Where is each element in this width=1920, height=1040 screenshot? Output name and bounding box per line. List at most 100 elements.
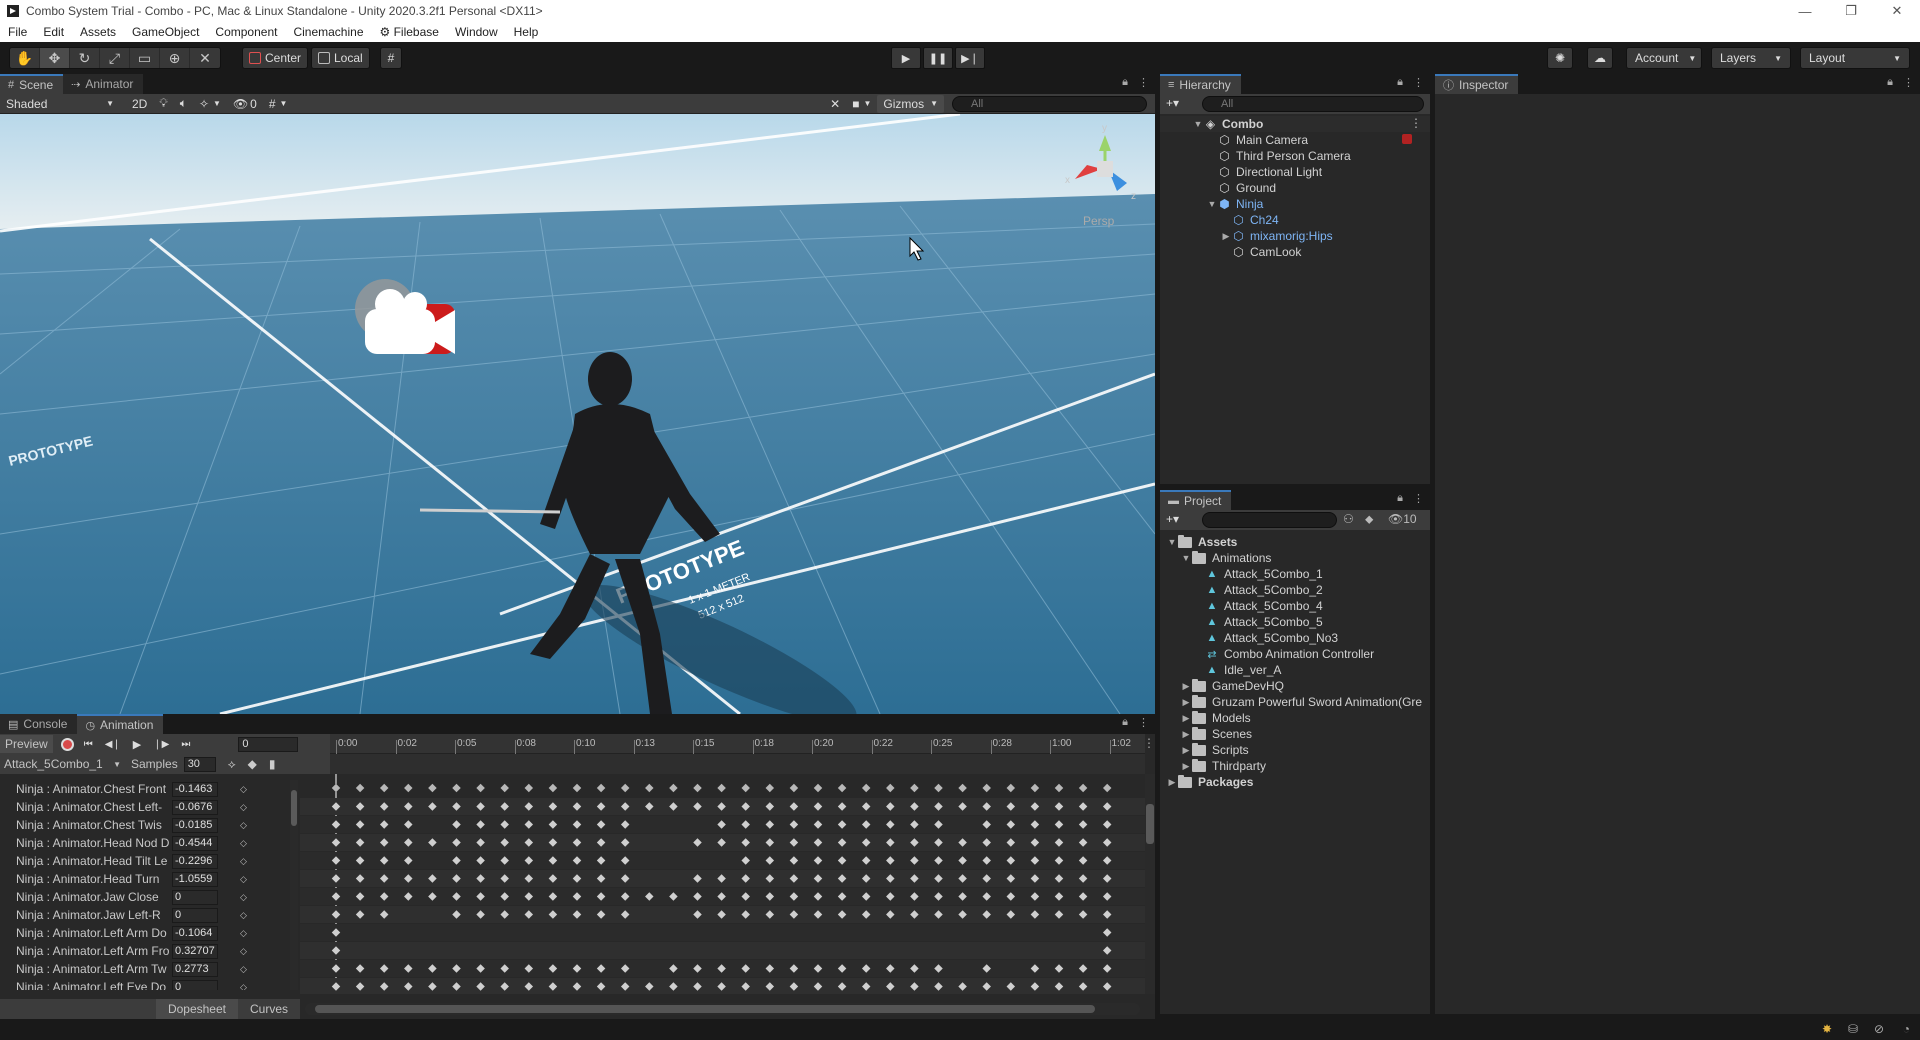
keyframe-diamond-icon[interactable]: ◇: [240, 928, 247, 939]
lock-icon[interactable]: 🔒︎: [1122, 716, 1128, 729]
summary-keyframe[interactable]: [1030, 783, 1040, 793]
scrollbar-thumb[interactable]: [291, 790, 297, 826]
curve-value-field[interactable]: 0.32707: [172, 943, 218, 959]
progress-icon[interactable]: ◔: [1903, 1022, 1910, 1036]
hierarchy-item-ch24[interactable]: ⬡ Ch24: [1232, 212, 1278, 228]
gizmos-dropdown[interactable]: Gizmos ▼: [877, 94, 944, 113]
dopesheet-scrollbar[interactable]: [1145, 774, 1155, 994]
tab-curves[interactable]: Curves: [238, 999, 300, 1019]
menu-edit[interactable]: Edit: [35, 22, 72, 42]
project-item[interactable]: ▼ Animations: [1180, 550, 1271, 566]
bug-report-icon[interactable]: ✸: [1822, 1022, 1832, 1036]
summary-keyframe[interactable]: [572, 783, 582, 793]
search-by-label-icon[interactable]: ⬥: [1365, 512, 1373, 527]
summary-keyframe[interactable]: [765, 783, 775, 793]
hierarchy-item-ninja[interactable]: ▼ ⬢ Ninja: [1206, 196, 1264, 212]
keyframe-diamond-icon[interactable]: ◇: [240, 964, 247, 975]
project-item[interactable]: ▲ Attack_5Combo_1: [1194, 566, 1323, 582]
summary-keyframe[interactable]: [1102, 783, 1112, 793]
scene-root-row[interactable]: ▼ ◈ Combo ⋮: [1160, 116, 1430, 132]
curve-value-field[interactable]: -0.0185: [172, 817, 218, 833]
menu-gameobject[interactable]: GameObject: [124, 22, 207, 42]
summary-keyframe[interactable]: [428, 783, 437, 793]
curve-row[interactable]: Ninja : Animator.Jaw Left-R 0 ◇: [0, 906, 290, 924]
lock-icon[interactable]: 🔒︎: [1397, 492, 1403, 505]
preview-toggle[interactable]: Preview: [0, 735, 53, 753]
hierarchy-item-third-person-camera[interactable]: ⬡ Third Person Camera: [1218, 148, 1350, 164]
curve-value-field[interactable]: -0.1064: [172, 925, 218, 941]
timeline-horizontal-scrollbar[interactable]: [305, 1003, 1140, 1015]
hierarchy-item-mixamorig-hips[interactable]: ▶ ⬡ mixamorig:Hips: [1220, 228, 1333, 244]
summary-keyframe[interactable]: [379, 783, 389, 793]
kebab-menu-icon[interactable]: ⋮: [1143, 736, 1155, 750]
curve-row[interactable]: Ninja : Animator.Chest Front -0.1463 ◇: [0, 780, 290, 798]
keyframe-diamond-icon[interactable]: ◇: [240, 820, 247, 831]
summary-keyframe[interactable]: [813, 783, 823, 793]
kebab-menu-icon[interactable]: ⋮: [1138, 716, 1149, 729]
pivot-local-button[interactable]: Local: [311, 47, 370, 69]
kebab-menu-icon[interactable]: ⋮: [1413, 76, 1424, 89]
expand-arrow-icon[interactable]: ▶: [1180, 681, 1192, 692]
keyframe-diamond-icon[interactable]: ◇: [240, 910, 247, 921]
keyframe-diamond-icon[interactable]: ◇: [240, 892, 247, 903]
keyframe-diamond-icon[interactable]: ◇: [240, 838, 247, 849]
cache-server-icon[interactable]: ⛁: [1848, 1022, 1858, 1036]
project-item[interactable]: ▶ Scripts: [1180, 742, 1249, 758]
transform-tool-icon[interactable]: ⊕: [160, 48, 190, 68]
summary-keyframe[interactable]: [620, 783, 630, 793]
project-item[interactable]: ▲ Attack_5Combo_5: [1194, 614, 1323, 630]
menu-file[interactable]: File: [0, 22, 35, 42]
expand-arrow-icon[interactable]: ▶: [1180, 745, 1192, 756]
menu-component[interactable]: Component: [207, 22, 285, 42]
hidden-packages-toggle[interactable]: 👁︎10: [1388, 512, 1417, 526]
grid-dropdown[interactable]: # ▼: [263, 95, 294, 113]
auto-generate-lighting-icon[interactable]: ⊘: [1874, 1022, 1884, 1036]
project-item[interactable]: ▼ Assets: [1166, 534, 1237, 550]
summary-keyframe[interactable]: [958, 783, 967, 793]
next-key-icon[interactable]: ❘▶: [153, 739, 169, 750]
project-item[interactable]: ▲ Attack_5Combo_2: [1194, 582, 1323, 598]
hand-tool-icon[interactable]: ✋: [10, 48, 40, 68]
keyframe-diamond-icon[interactable]: ◇: [240, 946, 247, 957]
curve-value-field[interactable]: -0.1463: [172, 781, 218, 797]
summary-keyframe[interactable]: [910, 783, 919, 793]
expand-arrow-icon[interactable]: ▼: [1206, 199, 1218, 209]
expand-arrow-icon[interactable]: ▶: [1166, 777, 1178, 788]
scene-search-input[interactable]: All: [952, 95, 1147, 112]
summary-keyframe[interactable]: [717, 783, 726, 793]
layout-dropdown[interactable]: Layout ▼: [1800, 47, 1910, 69]
summary-keyframe[interactable]: [1054, 783, 1064, 793]
summary-keyframe[interactable]: [476, 783, 485, 793]
samples-input[interactable]: 30: [183, 756, 216, 772]
curve-row[interactable]: Ninja : Animator.Chest Twis -0.0185 ◇: [0, 816, 290, 834]
mode-2d-toggle[interactable]: 2D: [126, 95, 153, 113]
curve-value-field[interactable]: -0.4544: [172, 835, 218, 851]
curve-row[interactable]: Ninja : Animator.Left Arm Fro 0.32707 ◇: [0, 942, 290, 960]
project-item[interactable]: ⇄ Combo Animation Controller: [1194, 646, 1374, 662]
summary-keyframe[interactable]: [934, 783, 943, 793]
expand-arrow-icon[interactable]: ▶: [1180, 697, 1192, 708]
pivot-center-button[interactable]: Center: [242, 47, 309, 69]
tab-animation[interactable]: ◷ Animation: [77, 714, 164, 734]
collab-button[interactable]: ✺: [1547, 47, 1573, 69]
curve-row[interactable]: Ninja : Animator.Jaw Close 0 ◇: [0, 888, 290, 906]
first-key-icon[interactable]: ⏮: [84, 739, 93, 750]
create-add-icon[interactable]: +▾: [1166, 512, 1179, 526]
record-button[interactable]: [60, 737, 74, 751]
maximize-button[interactable]: ❐: [1828, 0, 1874, 22]
project-item[interactable]: ▲ Attack_5Combo_No3: [1194, 630, 1339, 646]
custom-tool-icon[interactable]: ✕: [190, 48, 220, 68]
kebab-menu-icon[interactable]: ⋮: [1138, 76, 1149, 89]
summary-keyframe[interactable]: [837, 783, 847, 793]
summary-keyframe[interactable]: [1078, 783, 1088, 793]
project-item[interactable]: ▶ GameDevHQ: [1180, 678, 1284, 694]
project-item[interactable]: ▶ Packages: [1166, 774, 1253, 790]
scrollbar-thumb[interactable]: [315, 1005, 1095, 1013]
play-button[interactable]: ▶: [891, 47, 921, 69]
project-item[interactable]: ▲ Attack_5Combo_4: [1194, 598, 1323, 614]
keyframe-diamond-icon[interactable]: ◇: [240, 982, 247, 991]
curve-value-field[interactable]: 0.2773: [172, 961, 218, 977]
curve-row[interactable]: Ninja : Animator.Left Arm Do -0.1064 ◇: [0, 924, 290, 942]
shading-mode-dropdown[interactable]: Shaded ▼: [0, 95, 120, 113]
summary-keyframe[interactable]: [452, 783, 461, 793]
